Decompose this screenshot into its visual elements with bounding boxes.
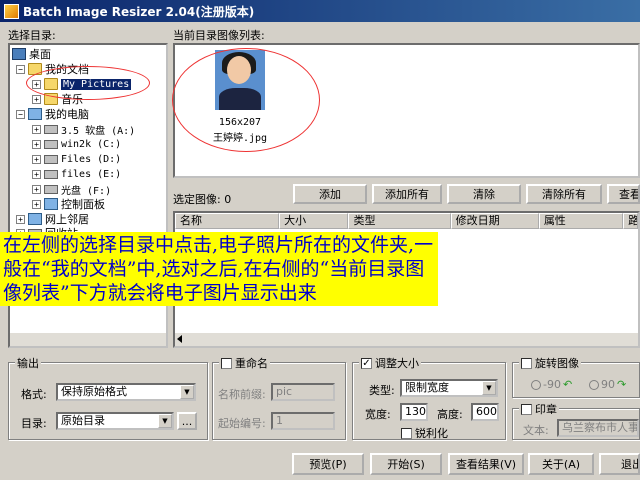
- output-group-title: 输出: [15, 355, 41, 371]
- chevron-down-icon[interactable]: ▼: [158, 414, 172, 428]
- add-all-button[interactable]: 添加所有: [372, 184, 442, 204]
- stamp-group: 印章 文本: 乌兰察布市人事: [512, 401, 640, 440]
- tree-item-control-panel[interactable]: + 控制面板: [32, 196, 105, 212]
- expand-icon[interactable]: +: [32, 184, 41, 194]
- rotate-group: 旋转图像 -90 ↶ 90 ↷: [512, 355, 640, 398]
- instruction-annotation: 在左侧的选择目录中点击,电子照片所在的文件夹,一般在“我的文档”中,选对之后,在…: [0, 232, 438, 306]
- rename-group-title: 重命名: [219, 355, 270, 371]
- stamp-group-title: 印章: [519, 401, 559, 417]
- tree-item-drive-c[interactable]: + win2k (C:): [32, 136, 121, 152]
- start-button[interactable]: 开始(S): [370, 453, 442, 475]
- tree-item-desktop[interactable]: 桌面: [12, 46, 51, 62]
- drive-icon: [44, 169, 58, 179]
- selected-count: 选定图像: 0: [173, 193, 232, 206]
- column-header[interactable]: 修改日期: [450, 213, 539, 229]
- dir-select[interactable]: 原始目录 ▼: [56, 412, 174, 430]
- rotate-ccw-option[interactable]: -90 ↶: [531, 378, 572, 391]
- width-input[interactable]: 130: [400, 403, 428, 421]
- collapse-icon[interactable]: −: [16, 64, 25, 74]
- column-header[interactable]: 属性: [538, 213, 624, 229]
- resize-type-label: 类型:: [369, 384, 395, 397]
- expand-icon[interactable]: +: [32, 94, 41, 104]
- remove-all-button[interactable]: 清除所有: [526, 184, 602, 204]
- column-header[interactable]: 名称: [175, 213, 280, 229]
- stamp-text-label: 文本:: [523, 424, 549, 437]
- expand-icon[interactable]: +: [32, 154, 41, 164]
- view-button[interactable]: 查看: [607, 184, 640, 204]
- tree-item-my-computer[interactable]: − 我的电脑: [16, 106, 89, 122]
- column-header[interactable]: 类型: [348, 213, 451, 229]
- resize-group: ✓ 调整大小 类型: 限制宽度 ▼ 宽度: 130 高度: 600 锐利化: [352, 355, 506, 441]
- table-header: 名称 大小 类型 修改日期 属性 路: [175, 213, 638, 229]
- output-group: 输出 格式: 保持原始格式 ▼ 目录: 原始目录 ▼ ...: [8, 355, 208, 440]
- rotate-left-icon: ↶: [562, 378, 573, 391]
- preview-button[interactable]: 预览(P): [292, 453, 364, 475]
- height-label: 高度:: [437, 408, 463, 421]
- drive-icon: [44, 139, 58, 149]
- control-panel-icon: [44, 198, 58, 210]
- start-number-input[interactable]: 1: [271, 412, 335, 430]
- width-label: 宽度:: [365, 408, 391, 421]
- about-button[interactable]: 关于(A): [528, 453, 594, 475]
- table-horizontal-scrollbar[interactable]: [175, 332, 638, 346]
- tree-item-drive-e[interactable]: + files (E:): [32, 166, 121, 182]
- cdrom-icon: [44, 184, 58, 194]
- annotation-oval-image: [172, 48, 320, 152]
- tree-horizontal-scrollbar[interactable]: [10, 332, 166, 346]
- stamp-text-input[interactable]: 乌兰察布市人事: [557, 419, 639, 437]
- expand-icon[interactable]: +: [32, 124, 41, 134]
- resize-group-title: ✓ 调整大小: [359, 355, 421, 371]
- rename-checkbox[interactable]: [221, 357, 232, 369]
- view-results-button[interactable]: 查看结果(V): [448, 453, 524, 475]
- expand-icon[interactable]: +: [32, 199, 41, 209]
- rotate-ccw-radio[interactable]: [531, 379, 541, 390]
- expand-icon[interactable]: +: [32, 169, 41, 179]
- stamp-checkbox[interactable]: [521, 403, 532, 415]
- tree-item-drive-d[interactable]: + Files (D:): [32, 151, 121, 167]
- rotate-group-title: 旋转图像: [519, 355, 581, 371]
- sharpen-checkbox[interactable]: [401, 427, 412, 439]
- column-header[interactable]: 路: [623, 213, 638, 229]
- select-dir-label: 选择目录:: [8, 29, 56, 42]
- floppy-icon: [44, 124, 58, 134]
- network-icon: [28, 213, 42, 225]
- chevron-down-icon[interactable]: ▼: [482, 381, 496, 395]
- remove-button[interactable]: 清除: [447, 184, 521, 204]
- desktop-icon: [12, 48, 26, 60]
- drive-icon: [44, 154, 58, 164]
- height-input[interactable]: 600: [471, 403, 499, 421]
- resize-type-select[interactable]: 限制宽度 ▼: [400, 379, 498, 397]
- prefix-input[interactable]: pic: [271, 383, 335, 401]
- expand-icon[interactable]: +: [32, 139, 41, 149]
- computer-icon: [28, 108, 42, 120]
- rename-group: 重命名 名称前缀: pic 起始编号: 1: [212, 355, 346, 440]
- chevron-down-icon[interactable]: ▼: [180, 385, 194, 399]
- add-button[interactable]: 添加: [293, 184, 367, 204]
- title-bar[interactable]: Batch Image Resizer 2.04(注册版本): [0, 0, 640, 22]
- prefix-label: 名称前缀:: [218, 388, 266, 401]
- scroll-left-icon[interactable]: [177, 335, 182, 343]
- column-header[interactable]: 大小: [279, 213, 349, 229]
- sharpen-option[interactable]: 锐利化: [401, 425, 448, 441]
- window-title: Batch Image Resizer 2.04(注册版本): [23, 4, 255, 19]
- app-icon: [4, 3, 19, 19]
- tree-item-floppy[interactable]: + 3.5 软盘 (A:): [32, 121, 135, 137]
- tree-item-drive-f[interactable]: + 光盘 (F:): [32, 181, 111, 197]
- format-select[interactable]: 保持原始格式 ▼: [56, 383, 196, 401]
- exit-button[interactable]: 退出: [599, 453, 640, 475]
- current-list-label: 当前目录图像列表:: [173, 29, 265, 42]
- collapse-icon[interactable]: −: [16, 109, 25, 119]
- rotate-checkbox[interactable]: [521, 357, 532, 369]
- browse-button[interactable]: ...: [177, 412, 197, 430]
- expand-icon[interactable]: +: [16, 214, 25, 224]
- resize-checkbox[interactable]: ✓: [361, 357, 372, 369]
- rotate-cw-option[interactable]: 90 ↷: [589, 378, 626, 391]
- rotate-right-icon: ↷: [617, 378, 627, 391]
- dir-label: 目录:: [21, 417, 47, 430]
- start-number-label: 起始编号:: [218, 417, 266, 430]
- annotation-oval-folder: [26, 66, 150, 100]
- rotate-cw-radio[interactable]: [589, 379, 599, 390]
- format-label: 格式:: [21, 388, 47, 401]
